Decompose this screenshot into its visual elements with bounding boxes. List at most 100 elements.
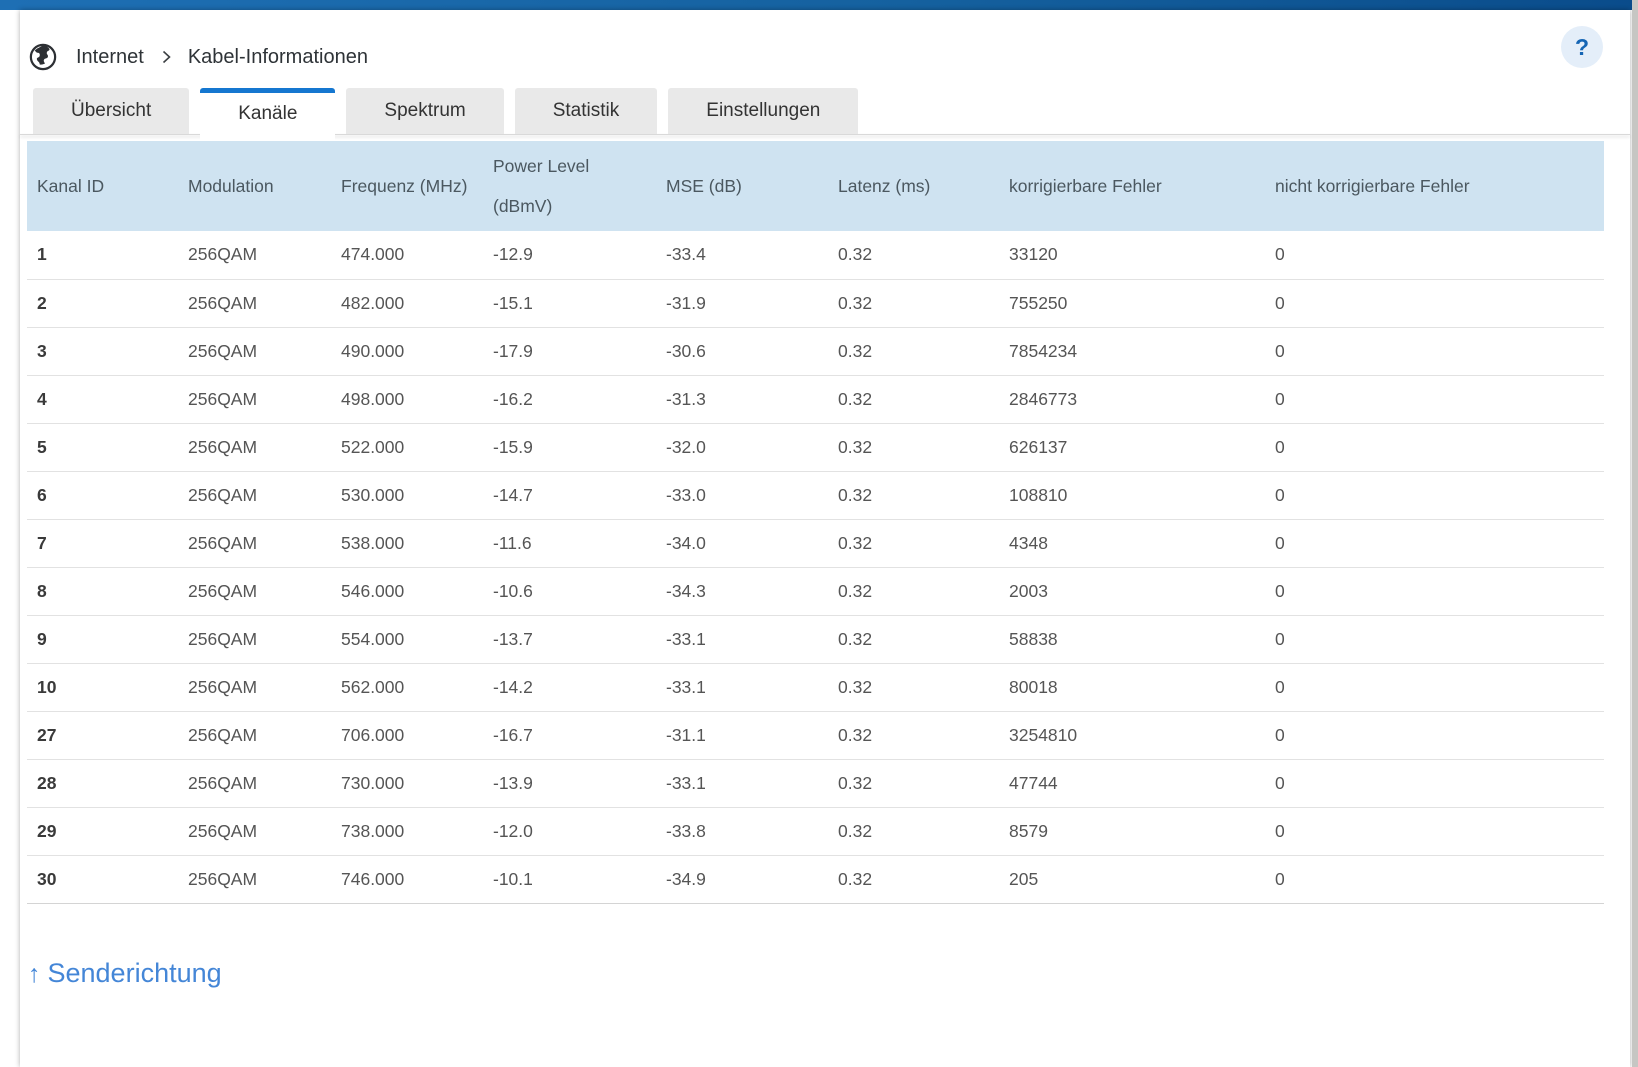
- cell-latenz: 0.32: [838, 231, 1009, 280]
- tab-uebersicht[interactable]: Übersicht: [33, 88, 190, 134]
- cell-mse: -31.3: [666, 375, 838, 424]
- cell-nicht-korrigierbare-fehler: 0: [1275, 711, 1604, 760]
- cell-kanal-id: 3: [27, 327, 188, 376]
- channel-table-header: Kanal ID Modulation Frequenz (MHz) Power…: [27, 141, 1604, 231]
- cell-latenz: 0.32: [838, 567, 1009, 616]
- table-row: 27 256QAM 706.000 -16.7 -31.1 0.32 32548…: [27, 711, 1604, 760]
- cell-latenz: 0.32: [838, 375, 1009, 424]
- cell-kanal-id: 28: [27, 759, 188, 808]
- cell-nicht-korrigierbare-fehler: 0: [1275, 327, 1604, 376]
- cell-kanal-id: 8: [27, 567, 188, 616]
- cell-nicht-korrigierbare-fehler: 0: [1275, 279, 1604, 328]
- col-header-kanal-id: Kanal ID: [27, 141, 188, 231]
- col-header-latenz: Latenz (ms): [838, 141, 1009, 231]
- cell-latenz: 0.32: [838, 471, 1009, 520]
- cell-power-level: -10.6: [493, 567, 666, 616]
- table-row: 7 256QAM 538.000 -11.6 -34.0 0.32 4348 0: [27, 519, 1604, 568]
- cell-korrigierbare-fehler: 8579: [1009, 807, 1275, 856]
- table-row: 2 256QAM 482.000 -15.1 -31.9 0.32 755250…: [27, 279, 1604, 328]
- cell-modulation: 256QAM: [188, 231, 341, 280]
- cell-mse: -34.0: [666, 519, 838, 568]
- cell-korrigierbare-fehler: 80018: [1009, 663, 1275, 712]
- cell-power-level: -11.6: [493, 519, 666, 568]
- cell-modulation: 256QAM: [188, 327, 341, 376]
- cell-kanal-id: 27: [27, 711, 188, 760]
- cell-latenz: 0.32: [838, 663, 1009, 712]
- table-row: 8 256QAM 546.000 -10.6 -34.3 0.32 2003 0: [27, 567, 1604, 616]
- cell-mse: -33.8: [666, 807, 838, 856]
- globe-icon: [29, 43, 57, 71]
- cell-modulation: 256QAM: [188, 615, 341, 664]
- col-header-power-level: Power Level (dBmV): [493, 141, 666, 231]
- cell-frequenz: 746.000: [341, 855, 493, 904]
- cell-frequenz: 706.000: [341, 711, 493, 760]
- vertical-scrollbar[interactable]: [1632, 0, 1638, 1067]
- top-accent-bar: [0, 0, 1638, 10]
- cell-latenz: 0.32: [838, 711, 1009, 760]
- cell-power-level: -12.9: [493, 231, 666, 280]
- cell-power-level: -13.7: [493, 615, 666, 664]
- cell-korrigierbare-fehler: 3254810: [1009, 711, 1275, 760]
- cell-frequenz: 738.000: [341, 807, 493, 856]
- table-row: 9 256QAM 554.000 -13.7 -33.1 0.32 58838 …: [27, 615, 1604, 664]
- cell-mse: -33.1: [666, 615, 838, 664]
- cell-frequenz: 730.000: [341, 759, 493, 808]
- tab-kanaele[interactable]: Kanäle: [200, 88, 336, 141]
- breadcrumb: Internet Kabel-Informationen ?: [20, 10, 1630, 78]
- cell-mse: -33.0: [666, 471, 838, 520]
- cell-nicht-korrigierbare-fehler: 0: [1275, 519, 1604, 568]
- channel-table-body: 1 256QAM 474.000 -12.9 -33.4 0.32 33120 …: [27, 231, 1604, 904]
- cell-mse: -34.9: [666, 855, 838, 904]
- tab-statistik[interactable]: Statistik: [514, 88, 658, 134]
- cell-frequenz: 482.000: [341, 279, 493, 328]
- col-header-mse: MSE (dB): [666, 141, 838, 231]
- breadcrumb-section[interactable]: Internet: [76, 46, 144, 69]
- cell-modulation: 256QAM: [188, 855, 341, 904]
- cell-latenz: 0.32: [838, 327, 1009, 376]
- cell-nicht-korrigierbare-fehler: 0: [1275, 615, 1604, 664]
- table-row: 10 256QAM 562.000 -14.2 -33.1 0.32 80018…: [27, 663, 1604, 712]
- cell-nicht-korrigierbare-fehler: 0: [1275, 375, 1604, 424]
- cell-nicht-korrigierbare-fehler: 0: [1275, 567, 1604, 616]
- cell-kanal-id: 29: [27, 807, 188, 856]
- cell-power-level: -14.7: [493, 471, 666, 520]
- cell-frequenz: 530.000: [341, 471, 493, 520]
- cell-nicht-korrigierbare-fehler: 0: [1275, 759, 1604, 808]
- tab-einstellungen[interactable]: Einstellungen: [668, 88, 859, 134]
- cell-kanal-id: 1: [27, 231, 188, 280]
- cell-korrigierbare-fehler: 47744: [1009, 759, 1275, 808]
- cell-modulation: 256QAM: [188, 375, 341, 424]
- cell-modulation: 256QAM: [188, 759, 341, 808]
- content-card: Internet Kabel-Informationen ? Übersicht…: [20, 10, 1630, 1067]
- senderichtung-link[interactable]: ↑ Senderichtung: [28, 958, 222, 989]
- cell-korrigierbare-fehler: 2003: [1009, 567, 1275, 616]
- help-button[interactable]: ?: [1561, 26, 1603, 68]
- table-row: 29 256QAM 738.000 -12.0 -33.8 0.32 8579 …: [27, 807, 1604, 856]
- cell-latenz: 0.32: [838, 519, 1009, 568]
- cell-frequenz: 562.000: [341, 663, 493, 712]
- cell-nicht-korrigierbare-fehler: 0: [1275, 231, 1604, 280]
- cell-nicht-korrigierbare-fehler: 0: [1275, 471, 1604, 520]
- tab-bar: Übersicht Kanäle Spektrum Statistik Eins…: [20, 88, 1630, 141]
- cell-frequenz: 554.000: [341, 615, 493, 664]
- cell-mse: -34.3: [666, 567, 838, 616]
- senderichtung-label: Senderichtung: [47, 957, 222, 988]
- cell-korrigierbare-fehler: 4348: [1009, 519, 1275, 568]
- cell-kanal-id: 5: [27, 423, 188, 472]
- col-header-korrigierbare-fehler: korrigierbare Fehler: [1009, 141, 1275, 231]
- table-row: 3 256QAM 490.000 -17.9 -30.6 0.32 785423…: [27, 327, 1604, 376]
- cell-power-level: -15.9: [493, 423, 666, 472]
- cell-korrigierbare-fehler: 58838: [1009, 615, 1275, 664]
- table-row: 28 256QAM 730.000 -13.9 -33.1 0.32 47744…: [27, 759, 1604, 808]
- cell-mse: -33.4: [666, 231, 838, 280]
- cell-kanal-id: 9: [27, 615, 188, 664]
- breadcrumb-page-title: Kabel-Informationen: [187, 45, 368, 68]
- cell-kanal-id: 10: [27, 663, 188, 712]
- chevron-right-icon: [162, 50, 171, 64]
- cell-mse: -33.1: [666, 759, 838, 808]
- cell-korrigierbare-fehler: 205: [1009, 855, 1275, 904]
- cell-mse: -30.6: [666, 327, 838, 376]
- tab-spektrum[interactable]: Spektrum: [346, 88, 504, 134]
- cell-korrigierbare-fehler: 626137: [1009, 423, 1275, 472]
- cell-nicht-korrigierbare-fehler: 0: [1275, 663, 1604, 712]
